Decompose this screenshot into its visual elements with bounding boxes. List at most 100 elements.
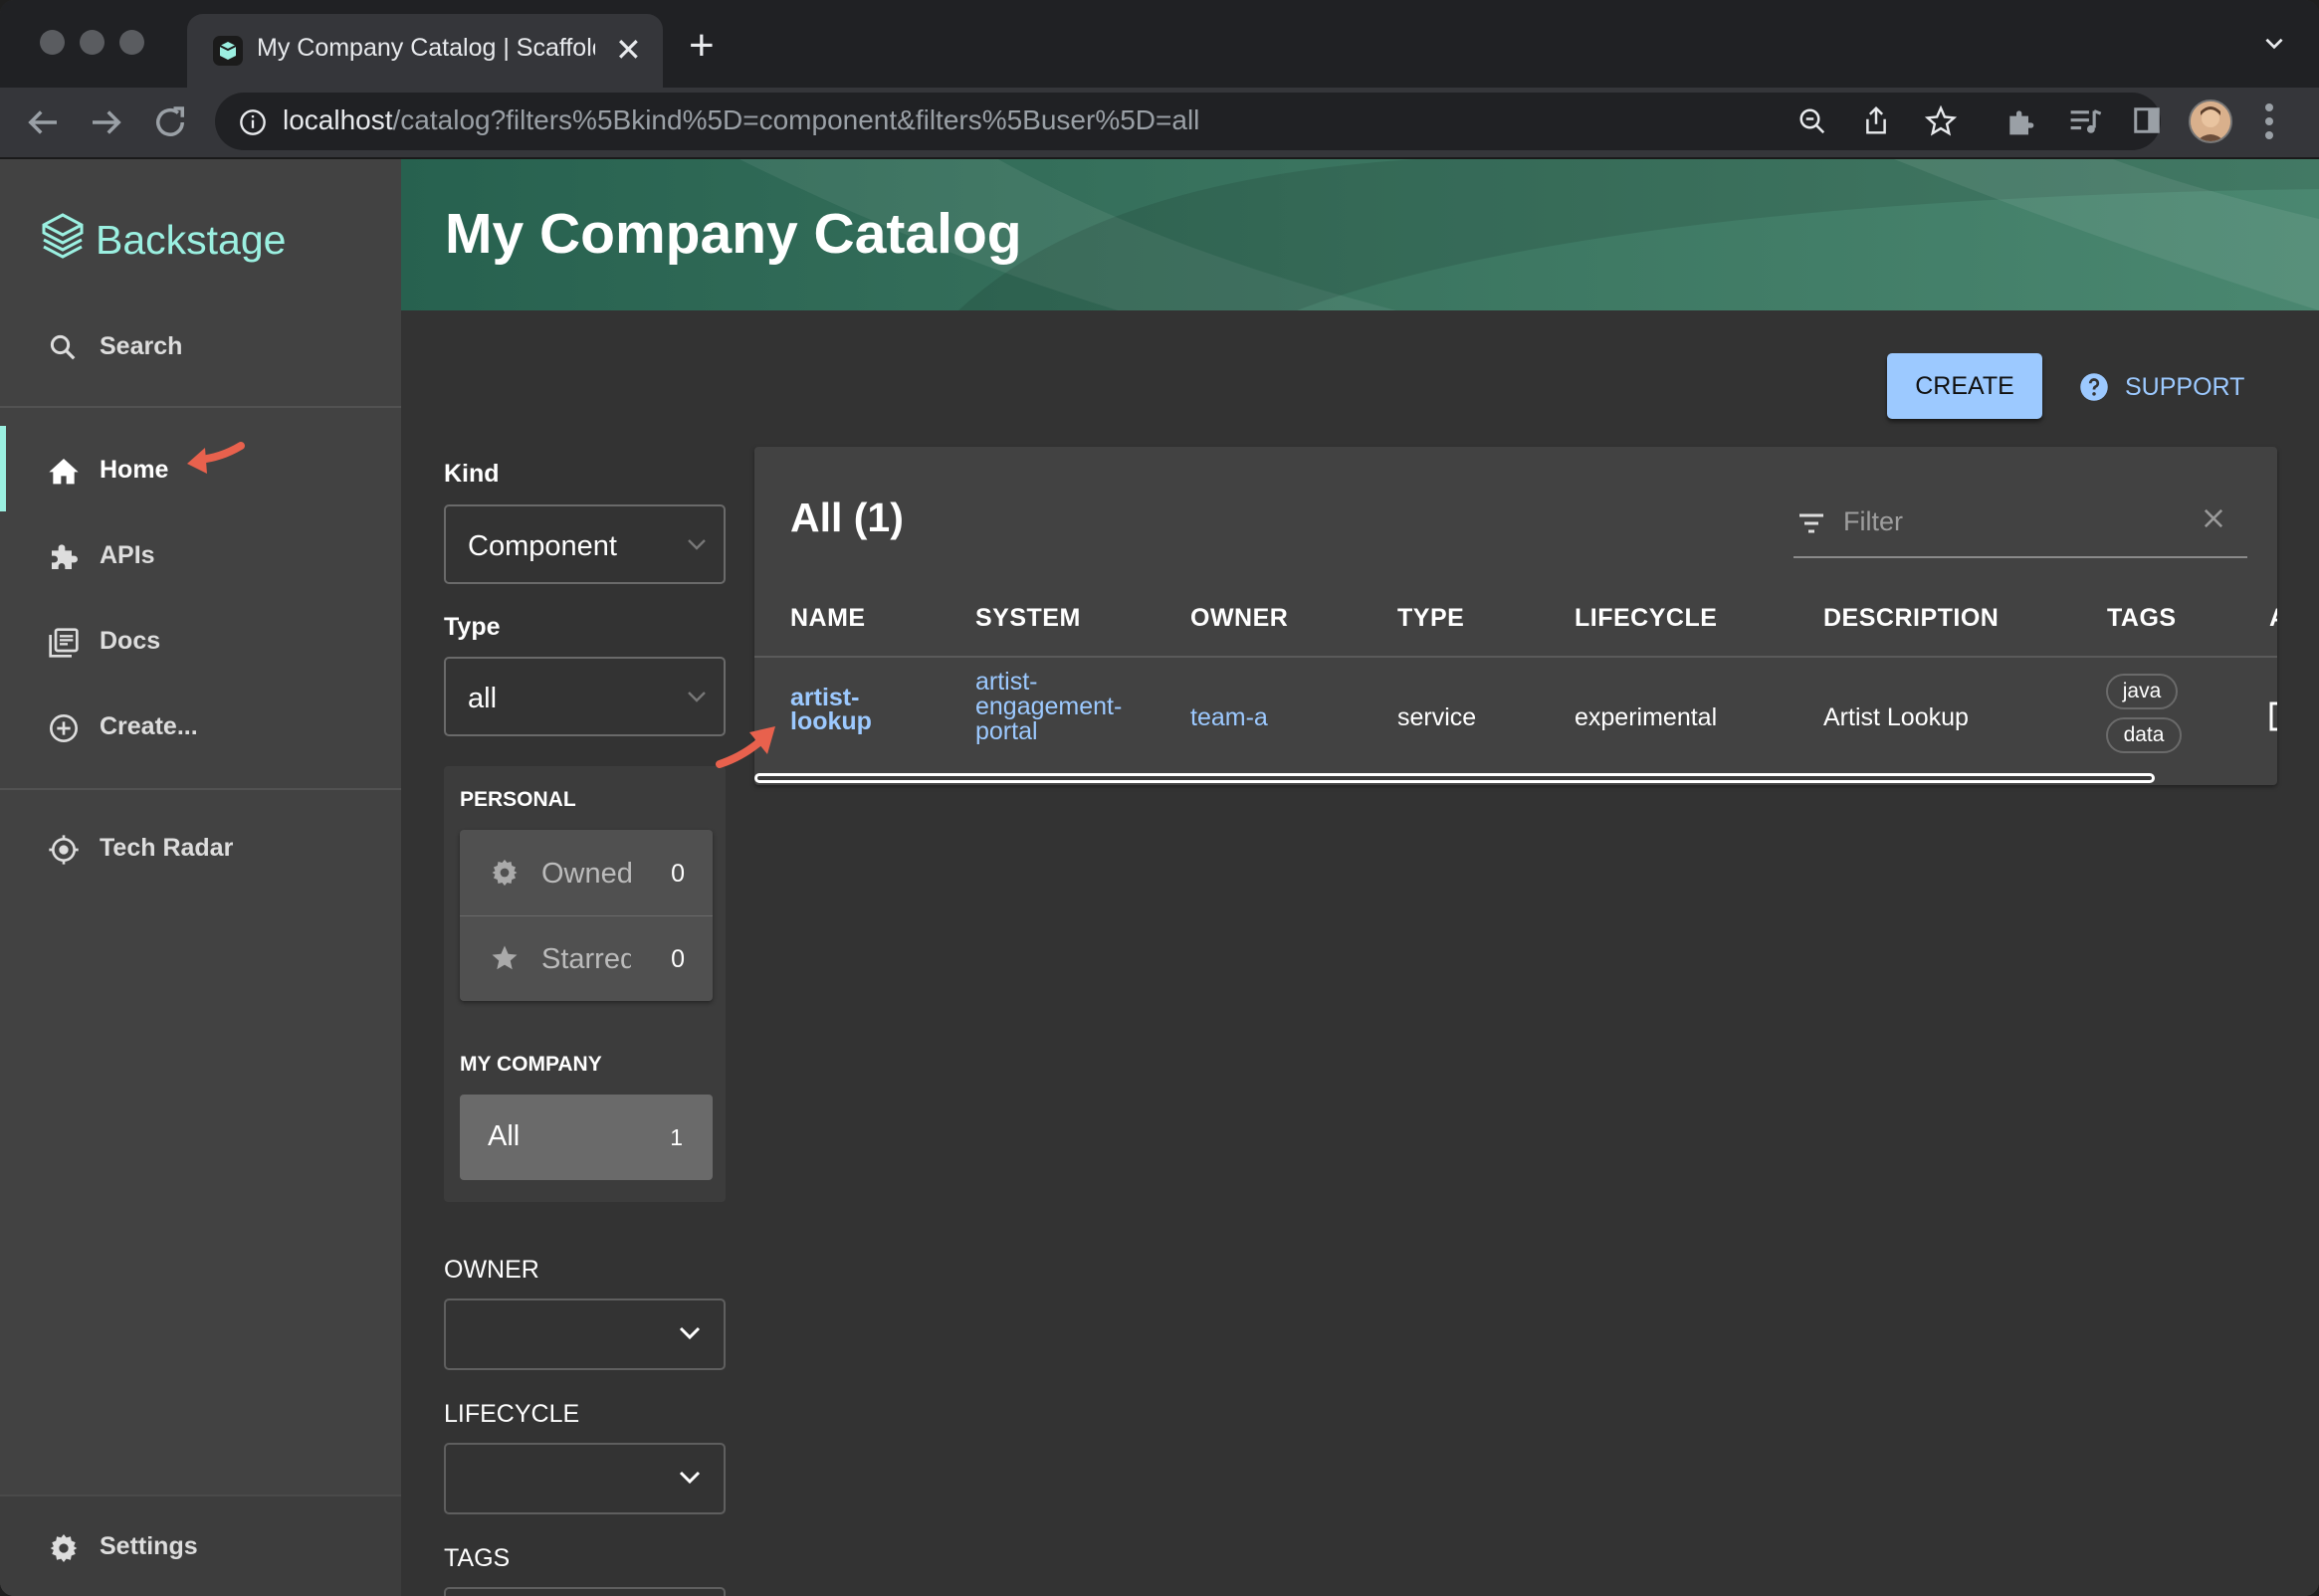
- owner-select[interactable]: [444, 1298, 726, 1370]
- browser-window: My Company Catalog | Scaffolder ✕ + loca…: [0, 0, 2319, 1596]
- close-window-button[interactable]: [40, 30, 65, 55]
- sidebar-item-label: Docs: [100, 627, 161, 655]
- horizontal-scrollbar[interactable]: [754, 773, 2155, 783]
- kind-label: Kind: [444, 460, 500, 488]
- media-control-icon[interactable]: [2068, 105, 2102, 142]
- forward-arrow-icon[interactable]: [86, 101, 127, 143]
- new-tab-icon[interactable]: +: [689, 24, 715, 68]
- sidebar-item-apis[interactable]: APIs: [0, 515, 401, 595]
- help-icon: [2079, 372, 2109, 407]
- sidebar-item-label: Home: [100, 456, 169, 484]
- tab-search-chevron-icon[interactable]: [2261, 30, 2287, 61]
- column-header-lifecycle[interactable]: LIFECYCLE: [1575, 604, 1717, 633]
- personal-title: PERSONAL: [460, 788, 576, 811]
- sidebar-search[interactable]: Search: [0, 306, 401, 386]
- starred-filter[interactable]: Starred 0: [460, 915, 713, 1001]
- clear-filter-icon[interactable]: [2200, 504, 2227, 537]
- sidebar-item-label: APIs: [100, 541, 155, 569]
- share-icon[interactable]: [1861, 104, 1891, 141]
- browser-menu-icon[interactable]: [2263, 101, 2275, 146]
- page-header: My Company Catalog: [401, 159, 2319, 310]
- tags-label: TAGS: [444, 1544, 511, 1572]
- owned-count: 0: [671, 860, 685, 888]
- system-line: artist-: [975, 668, 1038, 696]
- sidebar: Backstage Search Home APIs Docs Create..…: [0, 159, 401, 1596]
- system-link[interactable]: artist- engagement- portal: [975, 670, 1122, 744]
- table-filter-input[interactable]: Filter: [1793, 487, 2247, 558]
- annotation-arrow-entity: [716, 726, 775, 768]
- sidebar-search-label: Search: [100, 332, 183, 360]
- table-header: NAME SYSTEM OWNER TYPE LIFECYCLE DESCRIP…: [754, 594, 2277, 658]
- sidebar-item-label: Create...: [100, 712, 198, 740]
- browser-toolbar: localhost/catalog?filters%5Bkind%5D=comp…: [0, 88, 2319, 159]
- search-icon: [48, 332, 78, 367]
- minimize-window-button[interactable]: [80, 30, 105, 55]
- site-info-icon[interactable]: [239, 108, 267, 141]
- starred-label: Starred: [541, 943, 631, 975]
- column-header-owner[interactable]: OWNER: [1190, 604, 1288, 633]
- annotation-arrow-home: [187, 442, 245, 474]
- tag-chip[interactable]: data: [2106, 717, 2182, 753]
- main-content: CREATE SUPPORT Kind Component Type all P…: [401, 310, 2319, 1596]
- all-count: 1: [670, 1124, 683, 1150]
- table-row: artist- lookup artist- engagement- porta…: [754, 658, 2277, 773]
- lifecycle-cell: experimental: [1575, 703, 1718, 731]
- library-icon: [48, 627, 80, 664]
- entity-name-link[interactable]: artist- lookup: [790, 684, 872, 735]
- type-select-value: all: [468, 683, 498, 714]
- side-panel-icon[interactable]: [2132, 105, 2162, 140]
- table-title: All (1): [790, 495, 904, 540]
- owner-link[interactable]: team-a: [1190, 703, 1268, 732]
- column-header-tags[interactable]: TAGS: [2107, 604, 2177, 633]
- tab-close-icon[interactable]: ✕: [615, 30, 642, 70]
- reload-icon[interactable]: [149, 101, 191, 143]
- address-bar[interactable]: localhost/catalog?filters%5Bkind%5D=comp…: [215, 93, 2161, 150]
- bookmark-star-icon[interactable]: [1924, 104, 1958, 142]
- tags-select[interactable]: [444, 1587, 726, 1596]
- support-label: SUPPORT: [2125, 373, 2245, 401]
- support-button[interactable]: SUPPORT: [2079, 353, 2268, 419]
- gear-icon: [48, 1532, 80, 1569]
- puzzle-icon: [48, 541, 80, 578]
- filter-icon: [1797, 512, 1825, 539]
- backstage-page: Backstage Search Home APIs Docs Create..…: [0, 159, 2319, 1596]
- sidebar-item-settings[interactable]: Settings: [0, 1495, 401, 1596]
- type-select[interactable]: all: [444, 657, 726, 736]
- sidebar-item-tech-radar[interactable]: Tech Radar: [0, 808, 401, 888]
- back-arrow-icon[interactable]: [22, 101, 64, 143]
- column-header-system[interactable]: SYSTEM: [975, 604, 1081, 633]
- tag-chip[interactable]: java: [2106, 674, 2178, 709]
- extensions-puzzle-icon[interactable]: [2004, 105, 2036, 142]
- lifecycle-select[interactable]: [444, 1443, 726, 1514]
- filter-placeholder: Filter: [1843, 506, 1903, 536]
- sidebar-item-create[interactable]: Create...: [0, 687, 401, 766]
- entity-name-line: lookup: [790, 707, 872, 735]
- kind-select[interactable]: Component: [444, 504, 726, 584]
- column-header-actions[interactable]: A: [2269, 604, 2277, 633]
- zoom-icon[interactable]: [1797, 106, 1827, 141]
- user-filter-panel: PERSONAL Owned 0 Starred 0 MY COMPANY Al…: [444, 766, 726, 1202]
- view-action-icon[interactable]: [2269, 701, 2277, 736]
- create-button[interactable]: CREATE: [1887, 353, 2042, 419]
- backstage-brand[interactable]: Backstage: [96, 217, 286, 264]
- column-header-name[interactable]: NAME: [790, 604, 866, 633]
- settings-label: Settings: [100, 1532, 198, 1560]
- column-header-type[interactable]: TYPE: [1397, 604, 1464, 633]
- system-line: engagement-: [975, 693, 1123, 720]
- url-path: /catalog?filters%5Bkind%5D=component&fil…: [392, 104, 1200, 135]
- owner-label: OWNER: [444, 1256, 539, 1284]
- profile-avatar[interactable]: [2189, 100, 2232, 143]
- sidebar-item-label: Tech Radar: [100, 834, 234, 862]
- url-text: localhost/catalog?filters%5Bkind%5D=comp…: [283, 104, 1199, 136]
- browser-tab[interactable]: My Company Catalog | Scaffolder ✕: [187, 14, 663, 88]
- sidebar-item-docs[interactable]: Docs: [0, 601, 401, 681]
- backstage-favicon-icon: [213, 36, 243, 66]
- backstage-logo-icon[interactable]: [40, 213, 86, 270]
- entity-name-line: artist-: [790, 684, 860, 711]
- zoom-window-button[interactable]: [119, 30, 144, 55]
- all-label: All: [488, 1120, 521, 1152]
- chevron-down-icon: [686, 689, 708, 709]
- column-header-description[interactable]: DESCRIPTION: [1823, 604, 1999, 633]
- owned-filter[interactable]: Owned 0: [460, 830, 713, 915]
- all-filter[interactable]: All 1: [460, 1095, 713, 1180]
